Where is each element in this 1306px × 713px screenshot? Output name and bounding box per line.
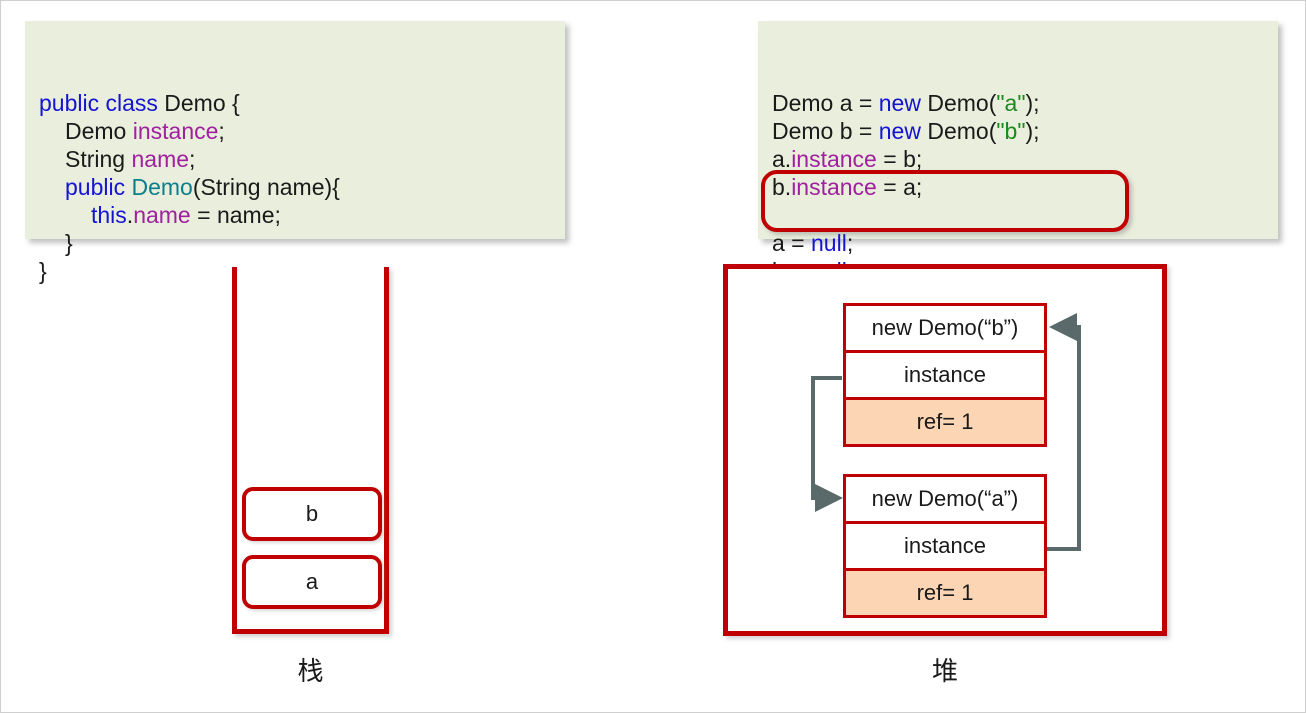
heap-object-b-header: new Demo(“b”) — [843, 303, 1047, 353]
code-right-line-3: a.instance = b; — [772, 145, 1264, 173]
code-right-token: ); — [1025, 90, 1040, 116]
code-right-token: new — [878, 90, 921, 116]
code-block-class-definition: public class Demo {Demo instance; String … — [25, 21, 565, 284]
code-right-line-2: Demo b = new Demo("b"); — [772, 117, 1264, 145]
code-left-token: this — [91, 202, 127, 228]
stack-cell-b: b — [242, 487, 382, 541]
code-right-token: Demo b = — [772, 118, 879, 144]
code-right-token: a. — [772, 146, 792, 172]
code-right-line-1: Demo a = new Demo("a"); — [772, 89, 1264, 117]
code-left-token: instance — [132, 118, 219, 144]
stack-label: 栈 — [297, 657, 324, 687]
code-left-lines: public class Demo {Demo instance; String … — [39, 89, 551, 285]
code-block-usage: Demo a = new Demo("a"); Demo b = new Demo… — [758, 21, 1278, 284]
code-right-token: ); — [1025, 118, 1040, 144]
code-left-token: ; — [189, 146, 196, 172]
code-right-token: new — [878, 118, 921, 144]
code-left-line-4: public Demo(String name){ — [39, 173, 551, 201]
code-right-token: = a; — [876, 174, 923, 200]
code-left-token: (String name){ — [192, 174, 340, 200]
code-right-token: null — [811, 230, 847, 256]
code-left-line-6: } — [39, 229, 551, 257]
stack-cell-a: a — [242, 555, 382, 609]
code-right-line-4: b.instance = a; — [772, 173, 1264, 201]
heap-object-b-instance-field: instance — [843, 350, 1047, 400]
code-right-token: Demo a = — [772, 90, 879, 116]
stack-cell-a-label: a — [305, 569, 319, 594]
code-left-token: } — [39, 258, 47, 284]
code-right-line-6: a = null; — [772, 229, 1264, 257]
code-right-token: ; — [846, 230, 854, 256]
code-left-token: name — [133, 202, 191, 228]
code-left-token: Demo — [65, 118, 133, 144]
heap-object-a-instance-field: instance — [843, 521, 1047, 571]
code-left-line-3: String name; — [39, 145, 551, 173]
code-right-token: instance — [791, 146, 877, 172]
code-left-token: } — [65, 230, 73, 256]
code-left-token: public class — [39, 90, 158, 116]
code-left-token: ; — [218, 118, 225, 144]
heap-object-b: new Demo(“b”) instance ref= 1 — [843, 303, 1047, 447]
heap-label: 堆 — [931, 657, 958, 687]
code-right-token: Demo( — [920, 90, 997, 116]
code-left-line-1: public class Demo { — [39, 89, 551, 117]
code-left-line-2: Demo instance; — [39, 117, 551, 145]
code-left-line-5: this.name = name; — [39, 201, 551, 229]
code-right-token: b. — [772, 174, 792, 200]
heap-object-b-refcount: ref= 1 — [843, 397, 1047, 447]
code-left-token: Demo { — [157, 90, 240, 116]
stack-cell-b-label: b — [305, 501, 319, 526]
code-left-token: name — [131, 146, 190, 172]
heap-object-a-header: new Demo(“a”) — [843, 474, 1047, 524]
code-right-token: Demo( — [920, 118, 997, 144]
code-right-token: a = — [772, 230, 812, 256]
code-right-token: "a" — [996, 90, 1026, 116]
code-right-lines: Demo a = new Demo("a"); Demo b = new Demo… — [772, 89, 1264, 285]
slide-canvas: public class Demo {Demo instance; String … — [0, 0, 1306, 713]
code-right-token: instance — [791, 174, 877, 200]
code-right-token: "b" — [996, 118, 1026, 144]
code-right-token: = b; — [876, 146, 923, 172]
code-left-token: Demo — [131, 174, 193, 200]
code-left-token: = name; — [190, 202, 281, 228]
heap-object-a-refcount: ref= 1 — [843, 568, 1047, 618]
code-left-token: String — [65, 146, 132, 172]
code-left-token: public — [65, 174, 132, 200]
code-right-line-5 — [772, 201, 1264, 229]
heap-object-a: new Demo(“a”) instance ref= 1 — [843, 474, 1047, 618]
